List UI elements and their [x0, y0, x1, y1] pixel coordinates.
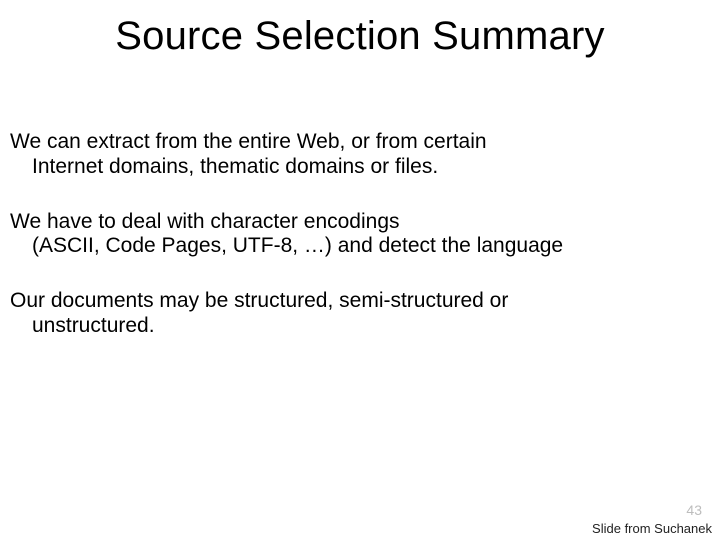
para-line1: We have to deal with character encodings [10, 210, 400, 233]
para-line1: Our documents may be structured, semi-st… [10, 289, 508, 312]
paragraph: We can extract from the entire Web, or f… [10, 130, 700, 180]
paragraph: Our documents may be structured, semi-st… [10, 289, 700, 339]
slide-title: Source Selection Summary [0, 0, 720, 59]
slide-body: We can extract from the entire Web, or f… [10, 130, 700, 369]
credit-line: Slide from Suchanek [592, 521, 712, 536]
page-number: 43 [686, 502, 702, 518]
para-line2: unstructured. [10, 314, 700, 339]
paragraph: We have to deal with character encodings… [10, 210, 700, 260]
para-line2: Internet domains, thematic domains or fi… [10, 155, 700, 180]
para-line2: (ASCII, Code Pages, UTF-8, …) and detect… [10, 234, 700, 259]
slide: Source Selection Summary We can extract … [0, 0, 720, 540]
para-line1: We can extract from the entire Web, or f… [10, 130, 487, 153]
